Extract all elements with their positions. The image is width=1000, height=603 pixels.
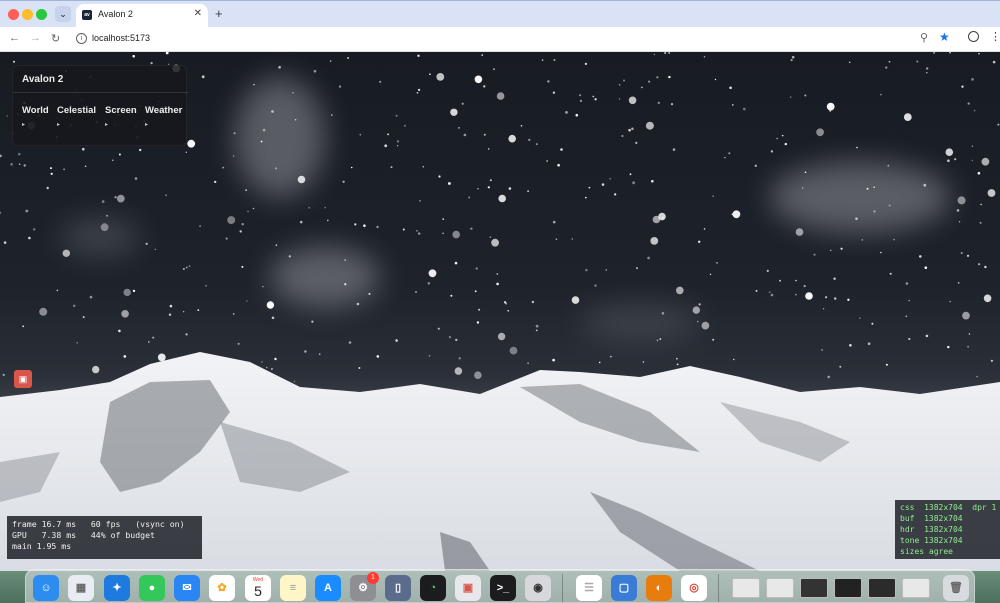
dock-separator	[562, 574, 563, 602]
tab-search-icon[interactable]: ⌄	[55, 6, 71, 22]
zoom-icon[interactable]: ⚲	[920, 31, 928, 44]
panel-title: Avalon 2	[22, 74, 64, 85]
extension-icon[interactable]: ▣	[14, 370, 32, 388]
close-tab-icon[interactable]: ✕	[194, 8, 202, 19]
settings-panel: Avalon 2 World Celestial Screen Weather …	[12, 65, 188, 146]
activity-monitor-icon[interactable]: ◔	[420, 575, 446, 601]
more-menu-icon[interactable]: ⋮	[990, 30, 1000, 43]
messages-icon[interactable]: ●	[139, 575, 165, 601]
photos-icon[interactable]: ✿	[209, 575, 235, 601]
url-text[interactable]: localhost:5173	[92, 33, 150, 43]
tab-strip: ⌄ av Avalon 2 ✕ +	[0, 0, 1000, 28]
buffer-sizes: css 1382x704 dpr 1 buf 1382x704 hdr 1382x7…	[895, 500, 1000, 559]
chrome-icon[interactable]: ◎	[681, 575, 707, 601]
browser-toolbar: ← → ↻ i localhost:5173	[0, 27, 1000, 52]
camera-icon[interactable]: ◉	[525, 575, 551, 601]
tab-weather[interactable]: Weather	[145, 105, 182, 116]
safari-icon[interactable]: ✦	[104, 575, 130, 601]
stats-frame: frame 16.7 ms 60 fps (vsync on)	[12, 519, 185, 529]
address-bar[interactable]: i localhost:5173	[68, 30, 958, 49]
stats-gpu: GPU 7.38 ms 44% of budget	[12, 530, 155, 540]
sizes-buf: buf 1382x704	[900, 514, 963, 523]
tab-celestial[interactable]: Celestial	[57, 105, 96, 116]
weather-expand-icon[interactable]: ▸	[145, 121, 148, 128]
performance-stats: frame 16.7 ms 60 fps (vsync on) GPU 7.38 …	[7, 516, 202, 559]
screen-expand-icon[interactable]: ▸	[105, 121, 108, 128]
tab-world[interactable]: World	[22, 105, 49, 116]
sizes-hdr: hdr 1382x704	[900, 525, 963, 534]
window-thumbnail[interactable]	[902, 578, 930, 598]
settings-badge: 1	[367, 572, 379, 584]
tab-avalon[interactable]: av Avalon 2 ✕	[76, 4, 208, 28]
reminders-app-icon[interactable]: ▣	[455, 575, 481, 601]
sizes-tone: tone 1382x704	[900, 536, 963, 545]
new-tab-button[interactable]: +	[215, 6, 223, 21]
mail-icon[interactable]: ✉	[174, 575, 200, 601]
stats-main: main 1.95 ms	[12, 541, 72, 551]
recent-document-thumbnail[interactable]	[732, 578, 760, 598]
launchpad-icon[interactable]: ▦	[68, 575, 94, 601]
close-window-button[interactable]	[8, 9, 19, 20]
forward-icon[interactable]: →	[30, 32, 41, 44]
site-info-icon[interactable]: i	[76, 33, 87, 44]
sizes-css: css 1382x704 dpr 1	[900, 503, 997, 512]
finder-icon[interactable]: ☺	[33, 575, 59, 601]
window-thumbnail[interactable]	[834, 578, 862, 598]
window-thumbnail[interactable]	[800, 578, 828, 598]
reload-icon[interactable]: ↻	[51, 32, 60, 45]
trash-icon[interactable]: 🗑	[943, 575, 969, 601]
world-expand-icon[interactable]: ▸	[22, 121, 25, 128]
window-thumbnail[interactable]	[766, 578, 794, 598]
dock-separator	[718, 574, 719, 602]
celestial-expand-icon[interactable]: ▸	[57, 121, 60, 128]
notes-icon[interactable]: ≡	[280, 575, 306, 601]
textedit-icon[interactable]: ☰	[576, 575, 602, 601]
minimize-window-button[interactable]	[22, 9, 33, 20]
calendar-day: 5	[254, 583, 262, 599]
tab-title: Avalon 2	[98, 9, 133, 19]
tab-screen[interactable]: Screen	[105, 105, 137, 116]
favicon-icon: av	[82, 10, 92, 20]
terminal-icon[interactable]: >_	[490, 575, 516, 601]
blender-icon[interactable]: ◐	[646, 575, 672, 601]
back-icon[interactable]: ←	[9, 32, 20, 44]
sizes-agree: sizes agree	[900, 547, 953, 556]
simulator-icon[interactable]: ▢	[611, 575, 637, 601]
profile-icon[interactable]	[968, 31, 979, 42]
app-store-icon[interactable]: A	[315, 575, 341, 601]
panel-divider	[13, 92, 188, 93]
maximize-window-button[interactable]	[36, 9, 47, 20]
preview-icon[interactable]: ▯	[385, 575, 411, 601]
bookmark-star-icon[interactable]: ★	[939, 30, 950, 44]
window-thumbnail[interactable]	[868, 578, 896, 598]
